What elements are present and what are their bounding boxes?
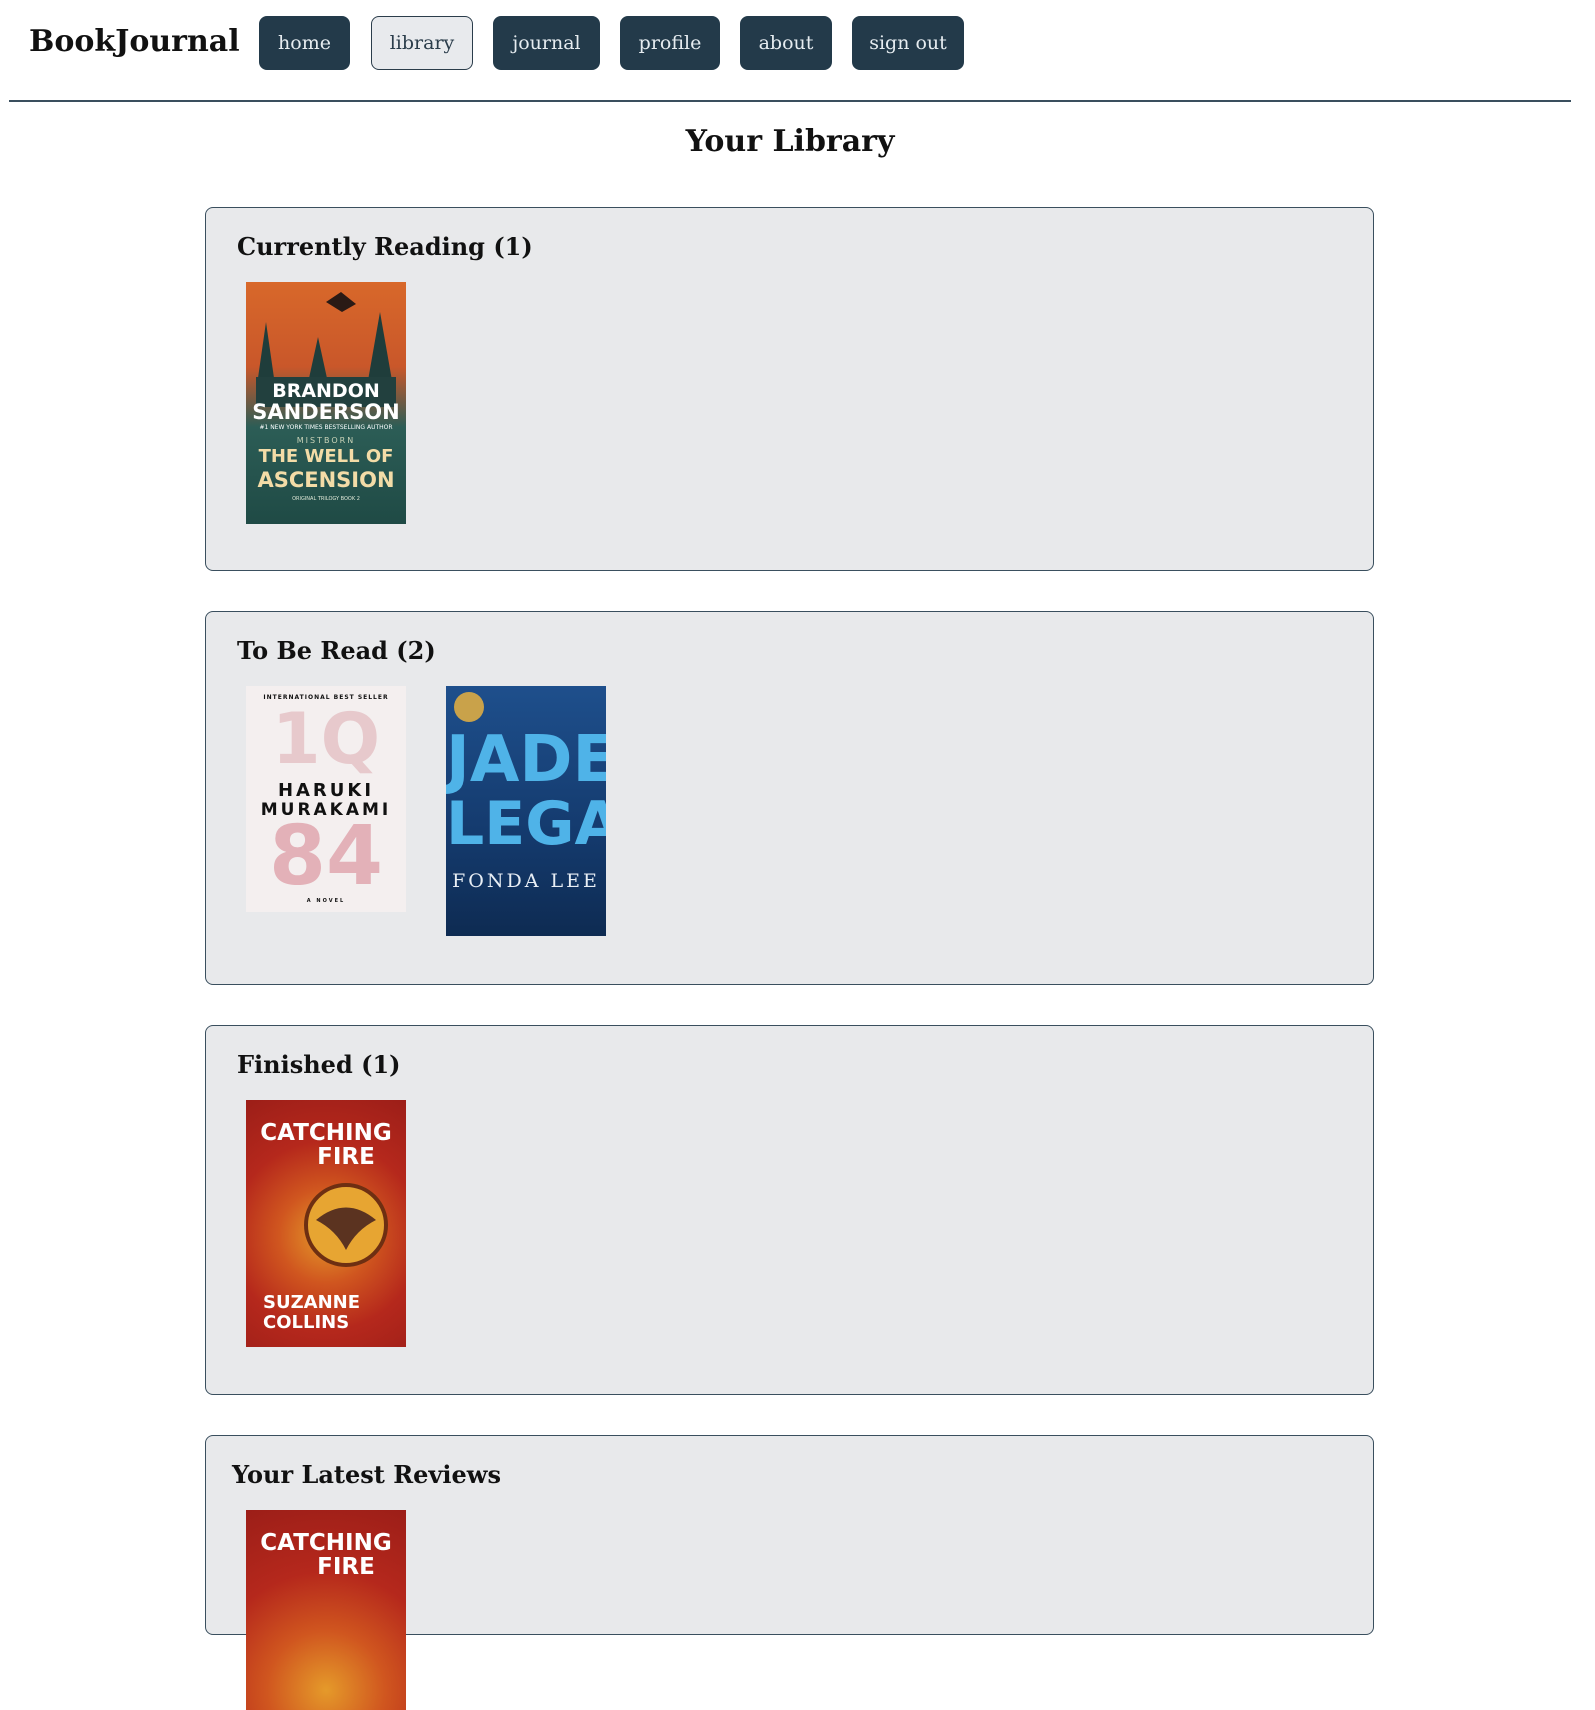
section-currently-reading: Currently Reading (1) BRANDON SANDERSON … <box>205 207 1374 571</box>
brand-logo[interactable]: BookJournal <box>29 24 240 59</box>
award-seal-icon <box>454 692 484 722</box>
section-title: Currently Reading (1) <box>237 232 533 261</box>
nav-library-button[interactable]: library <box>371 16 473 70</box>
book-cover-catching-fire-review[interactable]: CATCHING FIRE <box>246 1510 406 1710</box>
nav-home-button[interactable]: home <box>259 16 350 70</box>
nav-journal-button[interactable]: journal <box>493 16 600 70</box>
section-to-be-read: To Be Read (2) INTERNATIONAL BEST SELLER… <box>205 611 1374 985</box>
nav-signout-button[interactable]: sign out <box>852 16 964 70</box>
section-latest-reviews: Your Latest Reviews CATCHING FIRE <box>205 1435 1374 1710</box>
book-cover-jade-legacy[interactable]: JADE LEGACY FONDA LEE <box>446 686 606 936</box>
page-title: Your Library <box>685 124 895 159</box>
nav-profile-button[interactable]: profile <box>620 16 720 70</box>
section-title: Your Latest Reviews <box>232 1460 501 1489</box>
section-title: Finished (1) <box>237 1050 401 1079</box>
book-cover-catching-fire[interactable]: CATCHING FIRE SUZANNE COLLINS <box>246 1100 406 1347</box>
section-title: To Be Read (2) <box>237 636 436 665</box>
nav-about-button[interactable]: about <box>740 16 832 70</box>
book-cover-1q84[interactable]: INTERNATIONAL BEST SELLER 1Q HARUKI MURA… <box>246 686 406 912</box>
book-cover-well-of-ascension[interactable]: BRANDON SANDERSON #1 NEW YORK TIMES BEST… <box>246 282 406 524</box>
section-finished: Finished (1) CATCHING FIRE SUZANNE COLLI… <box>205 1025 1374 1395</box>
